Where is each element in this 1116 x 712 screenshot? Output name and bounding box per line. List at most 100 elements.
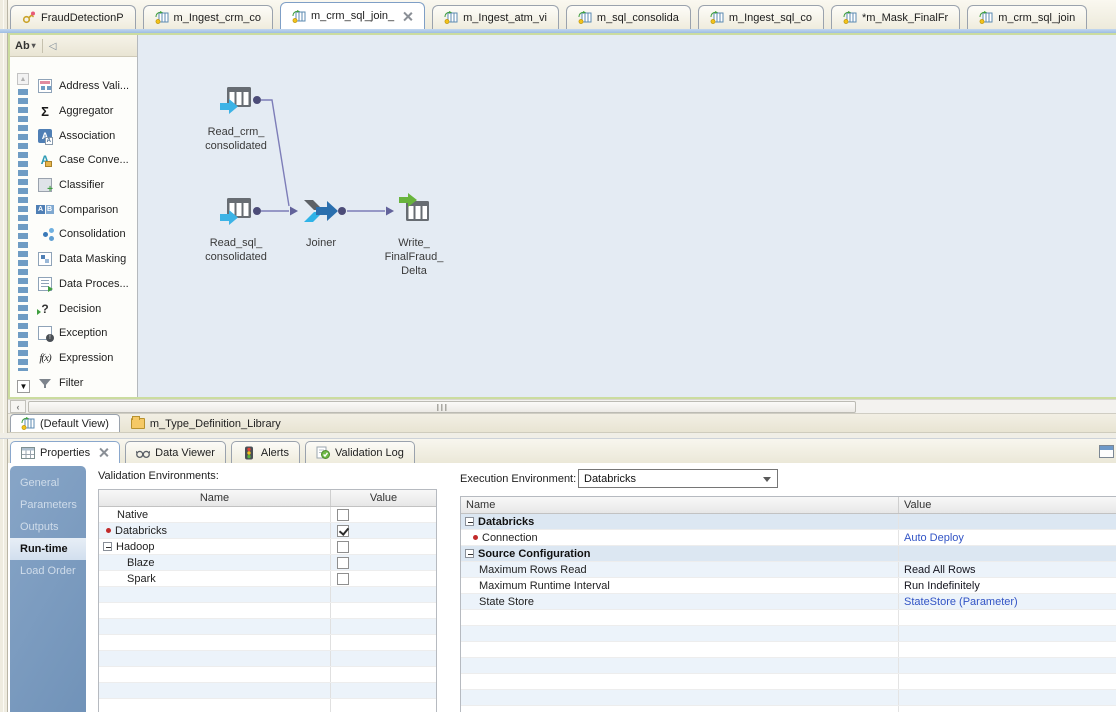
property-value[interactable]: Auto Deploy (904, 532, 964, 544)
mapping-editor: Ab Address Vali... Aggregator Associatio… (8, 33, 1116, 399)
properties-panel: General Parameters Outputs Run-time Load… (8, 463, 1116, 712)
native-checkbox[interactable] (337, 509, 349, 521)
collapse-expander-icon[interactable] (465, 549, 474, 558)
node-read-crm-consolidated[interactable] (220, 87, 252, 117)
execution-environment-select[interactable]: Databricks (578, 469, 778, 488)
palette-item-consolidation[interactable]: Consolidation (38, 222, 135, 247)
collapse-expander-icon[interactable] (465, 517, 474, 526)
tab-m-sql-consolida[interactable]: m_sql_consolida (566, 5, 691, 29)
tab-data-viewer[interactable]: Data Viewer (125, 441, 226, 463)
palette-item-exception[interactable]: Exception (38, 321, 135, 346)
palette-item-classifier[interactable]: Classifier (38, 173, 135, 198)
association-icon (38, 129, 52, 143)
palette-item-data-masking[interactable]: Data Masking (38, 247, 135, 272)
side-tab-run-time[interactable]: Run-time (10, 538, 86, 560)
filter-icon (38, 376, 52, 390)
tab-label: m_Ingest_crm_co (174, 12, 261, 24)
collapse-expander-icon[interactable] (103, 542, 112, 551)
side-tab-general[interactable]: General (10, 472, 86, 494)
collapse-palette-icon[interactable] (49, 40, 57, 52)
palette-scroll-track[interactable] (18, 89, 28, 371)
empty-row (99, 699, 436, 712)
node-write-finalfraud-delta[interactable] (399, 193, 429, 225)
palette-item-case-converter[interactable]: Case Conve... (38, 148, 135, 173)
palette-item-label: Address Vali... (59, 80, 129, 92)
tab-frauddetectionp[interactable]: FraudDetectionP (10, 5, 136, 29)
view-tab-type-definition-library[interactable]: m_Type_Definition_Library (120, 414, 292, 432)
empty-row (461, 706, 1116, 712)
hadoop-checkbox[interactable] (337, 541, 349, 553)
column-header-value[interactable]: Value (330, 490, 436, 506)
tab-properties[interactable]: Properties (10, 441, 120, 463)
close-icon[interactable] (402, 11, 413, 22)
palette-item-comparison[interactable]: Comparison (38, 197, 135, 222)
palette-item-data-processor[interactable]: Data Proces... (38, 272, 135, 297)
scroll-up-icon[interactable] (17, 73, 29, 85)
node-label-read-crm: Read_crm_ consolidated (205, 125, 267, 153)
scroll-down-icon[interactable] (17, 380, 30, 393)
property-row-maximum-rows-read[interactable]: Maximum Rows Read Read All Rows (461, 562, 1116, 578)
validation-row-blaze[interactable]: Blaze (99, 555, 436, 571)
group-row-databricks[interactable]: Databricks (461, 514, 1116, 530)
tab-m-ingest-crm-co[interactable]: m_Ingest_crm_co (143, 5, 273, 29)
property-row-state-store[interactable]: State Store StateStore (Parameter) (461, 594, 1116, 610)
group-row-source-configuration[interactable]: Source Configuration (461, 546, 1116, 562)
side-tab-parameters[interactable]: Parameters (10, 494, 86, 516)
validation-row-native[interactable]: Native (99, 507, 436, 523)
node-joiner[interactable] (302, 198, 339, 227)
tab-m-crm-sql-join[interactable]: m_crm_sql_join (967, 5, 1087, 29)
palette-item-label: Decision (59, 303, 101, 315)
property-value[interactable]: Read All Rows (904, 564, 976, 576)
validation-row-hadoop[interactable]: Hadoop (99, 539, 436, 555)
scrollbar-thumb[interactable] (28, 401, 856, 413)
column-header-name[interactable]: Name (461, 497, 898, 513)
palette-scrollbar[interactable] (17, 73, 29, 403)
validation-row-databricks[interactable]: Databricks (99, 523, 436, 539)
window-left-edge (0, 0, 8, 712)
column-header-name[interactable]: Name (99, 490, 330, 506)
font-style-button[interactable]: Ab (15, 40, 36, 52)
mapping-icon (21, 417, 35, 430)
column-header-value[interactable]: Value (898, 497, 1116, 513)
tab-alerts[interactable]: Alerts (231, 441, 300, 463)
property-row-connection[interactable]: Connection Auto Deploy (461, 530, 1116, 546)
palette-item-expression[interactable]: Expression (38, 346, 135, 371)
scroll-left-icon[interactable] (10, 400, 26, 413)
palette-item-aggregator[interactable]: Aggregator (38, 99, 135, 124)
palette-item-filter[interactable]: Filter (38, 370, 135, 395)
property-value[interactable]: Run Indefinitely (904, 580, 980, 592)
tab-m-ingest-sql-co[interactable]: m_Ingest_sql_co (698, 5, 824, 29)
palette-item-label: Expression (59, 352, 113, 364)
property-row-maximum-runtime-interval[interactable]: Maximum Runtime Interval Run Indefinitel… (461, 578, 1116, 594)
view-tab-bar: (Default View) m_Type_Definition_Library (8, 414, 1116, 433)
required-indicator (473, 535, 478, 540)
palette-toolbar: Ab (10, 35, 137, 57)
empty-row (461, 690, 1116, 706)
close-icon[interactable] (98, 447, 109, 458)
project-key-icon (22, 11, 36, 24)
empty-row (99, 667, 436, 683)
databricks-checkbox[interactable] (337, 525, 349, 537)
palette-item-label: Data Masking (59, 253, 126, 265)
tab-m-ingest-atm-vi[interactable]: m_Ingest_atm_vi (432, 5, 559, 29)
empty-row (99, 683, 436, 699)
maximize-panel-icon[interactable] (1099, 445, 1114, 458)
view-tab-default-view[interactable]: (Default View) (10, 414, 120, 432)
validation-row-spark[interactable]: Spark (99, 571, 436, 587)
spark-checkbox[interactable] (337, 573, 349, 585)
side-tab-load-order[interactable]: Load Order (10, 560, 86, 582)
palette-item-decision[interactable]: Decision (38, 296, 135, 321)
address-validator-icon (38, 79, 52, 93)
tab-validation-log[interactable]: Validation Log (305, 441, 415, 463)
palette-item-association[interactable]: Association (38, 123, 135, 148)
property-value[interactable]: StateStore (Parameter) (904, 596, 1018, 608)
mapping-canvas[interactable]: Read_crm_ consolidated Read_sql_ consoli… (138, 35, 1116, 397)
side-tab-outputs[interactable]: Outputs (10, 516, 86, 538)
palette-item-address-validator[interactable]: Address Vali... (38, 74, 135, 99)
tab-m-crm-sql-join-active[interactable]: m_crm_sql_join_ (280, 2, 425, 29)
canvas-horizontal-scrollbar[interactable] (8, 399, 1116, 414)
runtime-properties-table: Name Value Databricks Connection Auto De… (460, 496, 1116, 712)
blaze-checkbox[interactable] (337, 557, 349, 569)
node-read-sql-consolidated[interactable] (220, 198, 252, 228)
tab-m-mask-finalfr[interactable]: *m_Mask_FinalFr (831, 5, 960, 29)
